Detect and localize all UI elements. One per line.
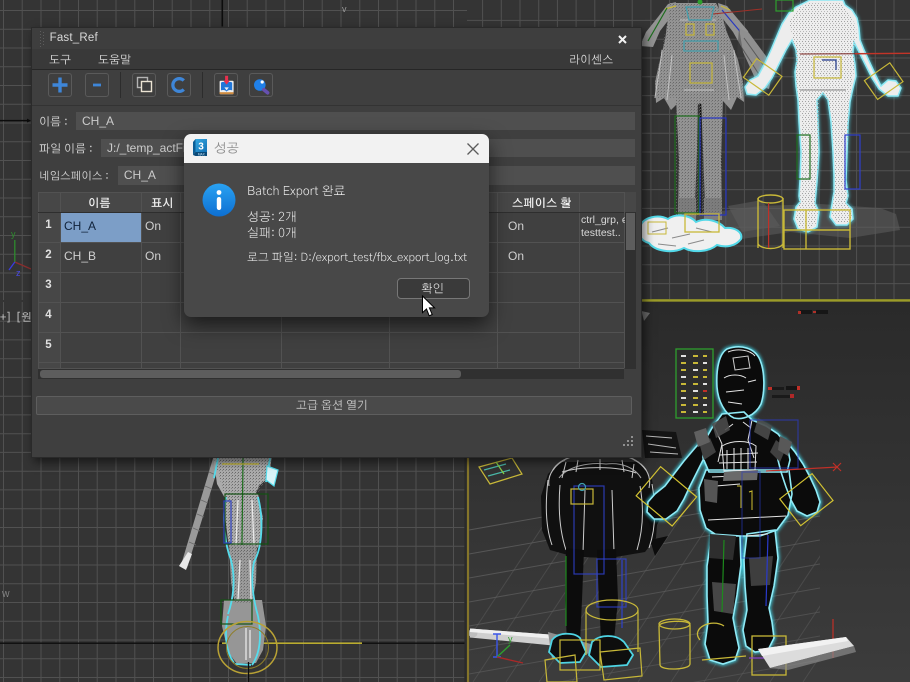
svg-text:W: W [2, 590, 10, 599]
svg-text:MAX: MAX [198, 152, 206, 156]
svg-text:3: 3 [198, 142, 204, 153]
svg-text:v: v [342, 4, 347, 14]
svg-text:z: z [16, 268, 21, 278]
svg-text:y: y [508, 634, 513, 644]
svg-text:y: y [11, 229, 16, 239]
